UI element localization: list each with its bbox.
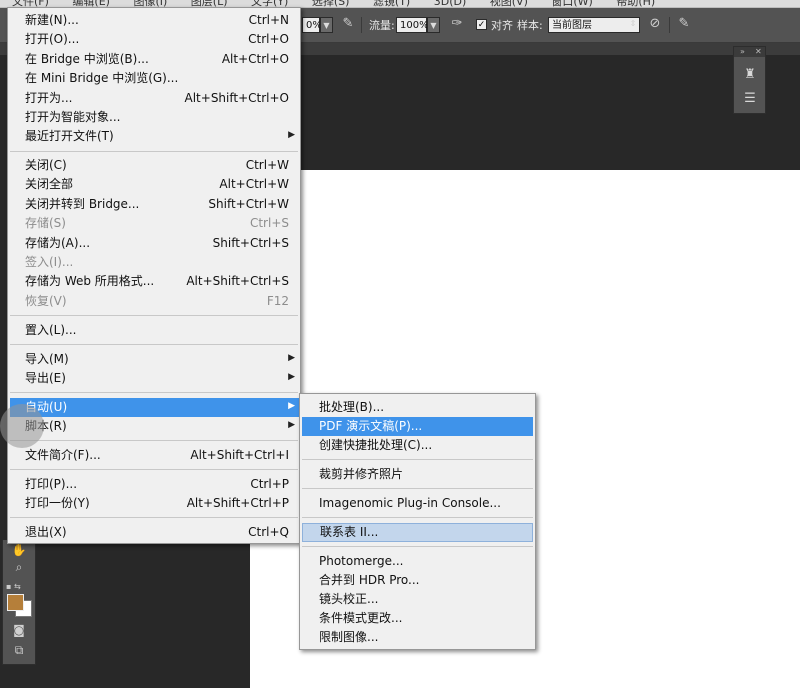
submenu-item-crop-straighten[interactable]: 裁剪并修齐照片 — [302, 465, 533, 484]
menu-item-browse-bridge[interactable]: 在 Bridge 中浏览(B)... Alt+Ctrl+O — [8, 50, 300, 69]
flow-label: 流量: — [369, 19, 395, 32]
submenu-arrow-icon: ▶ — [288, 401, 295, 411]
menu-item-print-one-copy[interactable]: 打印一份(Y) Alt+Shift+Ctrl+P — [8, 494, 300, 513]
menu-item-revert: 恢复(V) F12 — [25, 294, 289, 308]
submenu-item-photomerge[interactable]: Photomerge... — [302, 552, 533, 571]
brush-presets-icon[interactable]: ♜ — [740, 65, 760, 85]
submenu-item-lens-correction[interactable]: 镜头校正... — [302, 590, 533, 609]
menu-item-place[interactable]: 置入(L)... — [8, 321, 300, 340]
menu-item-new[interactable]: 新建(N)... Ctrl+N — [8, 11, 300, 30]
submenu-item-create-droplet[interactable]: 创建快捷批处理(C)... — [302, 436, 533, 455]
sample-label: 样本: — [517, 19, 543, 32]
menu-item-close[interactable]: 关闭(C) Ctrl+W — [8, 156, 300, 175]
menu-item-browse-mini-bridge[interactable]: 在 Mini Bridge 中浏览(G)... — [8, 69, 300, 88]
submenu-item-merge-hdr[interactable]: 合并到 HDR Pro... — [302, 571, 533, 590]
collapse-icon[interactable]: » — [740, 47, 745, 57]
pressure-opacity-icon[interactable]: ✎ — [340, 16, 356, 32]
menu-separator — [10, 344, 298, 345]
submenu-arrow-icon: ▶ — [288, 420, 295, 430]
menu-item-save: 存储(S) Ctrl+S — [25, 216, 289, 230]
menubar-filter[interactable]: 滤镜(T) — [373, 0, 410, 7]
tools-panel: ✋ ⌕ ▪ ⇆ ◙ ⧉ — [2, 540, 36, 665]
menubar-window[interactable]: 窗口(W) — [551, 0, 592, 7]
menu-item-close-go-bridge[interactable]: 关闭并转到 Bridge... Shift+Ctrl+W — [8, 195, 300, 214]
align-checkbox[interactable]: ✓ — [476, 19, 487, 30]
menu-item-save-for-web[interactable]: 存储为 Web 所用格式... Alt+Shift+Ctrl+S — [8, 272, 300, 291]
submenu-item-contact-sheet[interactable]: 联系表 II... — [302, 523, 533, 542]
submenu-arrow-icon: ▶ — [288, 130, 295, 140]
submenu-item-pdf-presentation[interactable]: PDF 演示文稿(P)... — [302, 417, 533, 436]
menu-item-open-smart-object[interactable]: 打开为智能对象... — [8, 108, 300, 127]
submenu-arrow-icon: ▶ — [288, 372, 295, 382]
menu-item-open[interactable]: 打开(O)... Ctrl+O — [8, 30, 300, 49]
default-colors-icon[interactable]: ▪ ⇆ — [6, 582, 21, 591]
flow-field[interactable]: 100% — [396, 17, 429, 33]
menu-separator — [302, 459, 533, 460]
submenu-item-fit-image[interactable]: 限制图像... — [302, 628, 533, 647]
brush-settings-icon[interactable]: ☰ — [740, 89, 760, 109]
menu-item-close-all[interactable]: 关闭全部 Alt+Ctrl+W — [8, 175, 300, 194]
menu-separator — [10, 440, 298, 441]
file-menu: 新建(N)... Ctrl+N 打开(O)... Ctrl+O 在 Bridge 中… — [7, 7, 301, 544]
menu-item-save-as[interactable]: 存储为(A)... Shift+Ctrl+S — [8, 234, 300, 253]
menu-item-scripts[interactable]: 脚本(R) ▶ — [8, 417, 300, 436]
menu-item-import[interactable]: 导入(M) ▶ — [8, 350, 300, 369]
hand-tool-icon[interactable]: ✋ — [11, 542, 27, 558]
options-divider — [361, 17, 362, 33]
menu-separator — [302, 517, 533, 518]
menu-separator — [302, 488, 533, 489]
ignore-adjustment-layers-icon[interactable]: ⊘ — [647, 16, 663, 32]
menubar-select[interactable]: 选择(S) — [312, 0, 350, 7]
menu-item-file-info[interactable]: 文件简介(F)... Alt+Shift+Ctrl+I — [8, 446, 300, 465]
menu-item-open-as[interactable]: 打开为... Alt+Shift+Ctrl+O — [8, 89, 300, 108]
menu-separator — [10, 517, 298, 518]
submenu-arrow-icon: ▶ — [288, 353, 295, 363]
quick-mask-icon[interactable]: ◙ — [11, 622, 27, 638]
align-label: 对齐 — [491, 19, 513, 32]
submenu-item-conditional-mode-change[interactable]: 条件模式更改... — [302, 609, 533, 628]
submenu-item-batch[interactable]: 批处理(B)... — [302, 398, 533, 417]
menu-separator — [10, 469, 298, 470]
zoom-tool-icon[interactable]: ⌕ — [11, 559, 27, 575]
menubar-help[interactable]: 帮助(H) — [616, 0, 655, 7]
menu-separator — [302, 546, 533, 547]
menubar-3d[interactable]: 3D(D) — [434, 0, 467, 7]
opacity-field[interactable]: 0% — [302, 17, 322, 33]
screen-mode-icon[interactable]: ⧉ — [11, 642, 27, 658]
menu-separator — [10, 315, 298, 316]
menu-separator — [10, 392, 298, 393]
menu-item-recent-files[interactable]: 最近打开文件(T) ▶ — [8, 127, 300, 146]
opacity-dropdown[interactable]: ▼ — [320, 17, 333, 33]
menu-item-print[interactable]: 打印(P)... Ctrl+P — [8, 475, 300, 494]
flow-dropdown[interactable]: ▼ — [427, 17, 440, 33]
options-divider — [669, 17, 670, 33]
airbrush-icon[interactable]: ✑ — [449, 16, 465, 32]
menu-item-exit[interactable]: 退出(X) Ctrl+Q — [8, 523, 300, 542]
sample-select-arrows-icon: ⇕ — [629, 19, 637, 28]
menu-separator — [10, 151, 298, 152]
menu-item-export[interactable]: 导出(E) ▶ — [8, 369, 300, 388]
floating-panel: » ✕ ♜ ☰ — [733, 46, 766, 114]
panel-header[interactable]: » ✕ — [734, 47, 765, 57]
pressure-size-icon[interactable]: ✎ — [676, 16, 692, 32]
close-icon[interactable]: ✕ — [755, 47, 762, 57]
cursor-highlight — [0, 404, 44, 448]
menubar-view[interactable]: 视图(V) — [490, 0, 528, 7]
automate-submenu: 批处理(B)... PDF 演示文稿(P)... 创建快捷批处理(C)... 裁… — [299, 393, 536, 650]
foreground-color-swatch[interactable] — [7, 594, 24, 611]
menu-item-automate[interactable]: 自动(U) ▶ — [10, 398, 300, 417]
menu-item-check-in: 签入(I)... — [25, 255, 74, 269]
submenu-item-imagenomic-console[interactable]: Imagenomic Plug-in Console... — [302, 494, 533, 513]
